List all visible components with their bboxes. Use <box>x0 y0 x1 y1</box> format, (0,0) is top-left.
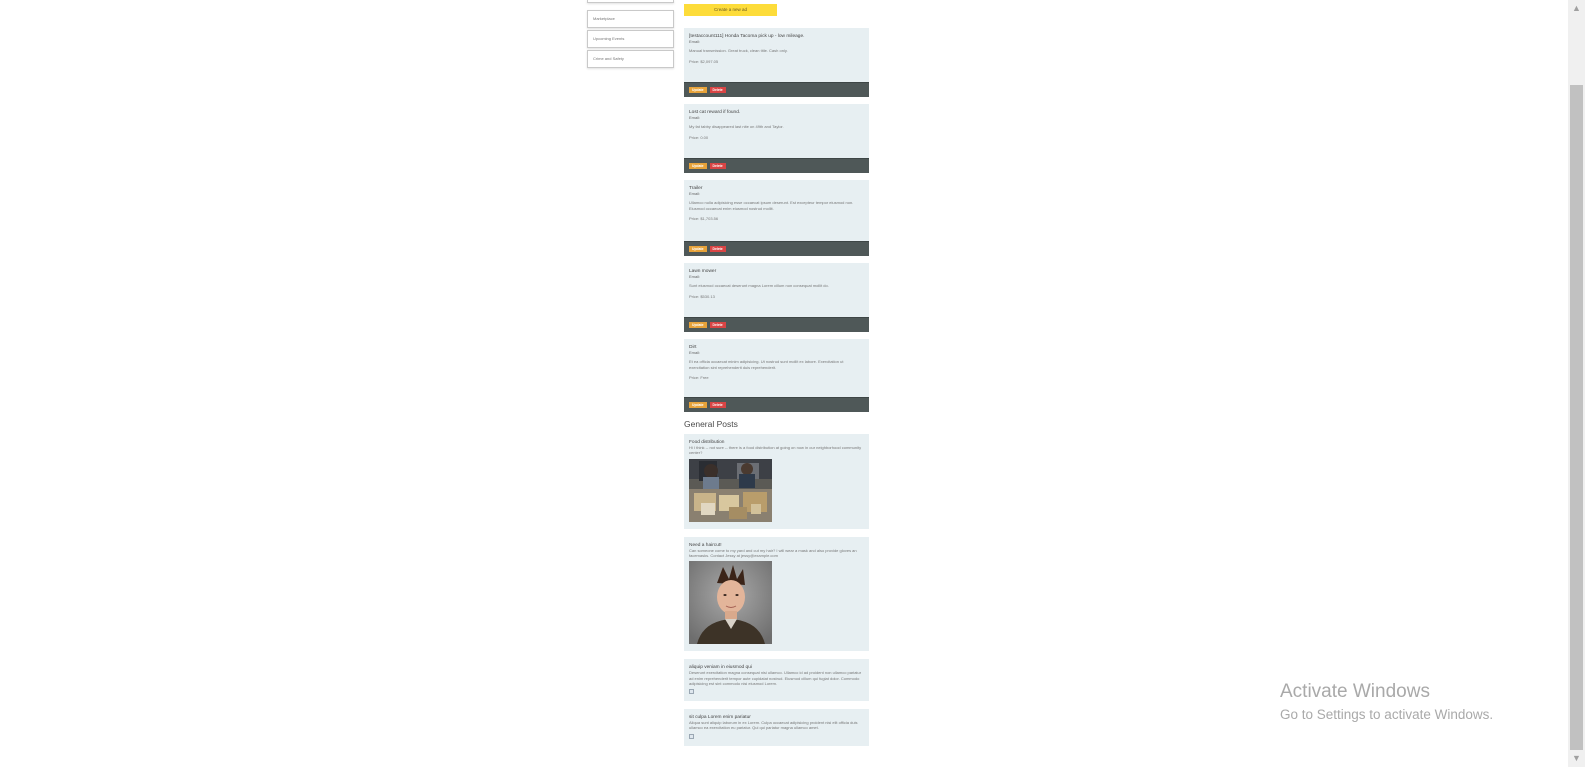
watermark-subtitle: Go to Settings to activate Windows. <box>1280 707 1494 722</box>
broken-image-icon <box>689 689 694 695</box>
post-card: Food distribution Hi I think -- not sure… <box>684 434 869 529</box>
ad-email: Email: <box>689 274 701 280</box>
post-card: sit culpa Lorem enim pariatur Aliqua sun… <box>684 709 869 746</box>
ad-card-body: Trailer Email: Ullamco nulla adipisicing… <box>684 180 869 241</box>
scroll-thumb[interactable] <box>1570 85 1583 750</box>
section-heading-general-posts: General Posts <box>684 419 738 429</box>
ad-price: Price: $530.13 <box>689 293 715 299</box>
delete-button[interactable]: Delete <box>709 246 726 252</box>
ad-card: [testaccount111] Honda Tacoma pick up - … <box>684 28 869 97</box>
update-button[interactable]: Update <box>689 322 707 328</box>
ad-email: Email: <box>689 350 701 356</box>
ad-card-footer: Update Delete <box>684 241 869 256</box>
post-body: Hi I think -- not sure -- there is a foo… <box>689 445 862 456</box>
ad-card-footer: Update Delete <box>684 82 869 97</box>
update-button[interactable]: Update <box>689 402 707 408</box>
ad-card-body: Dirt Email: Et ea officia occaecat minim… <box>684 339 869 397</box>
ad-card: Dirt Email: Et ea officia occaecat minim… <box>684 339 869 412</box>
delete-button[interactable]: Delete <box>709 402 726 408</box>
activate-windows-watermark: Activate Windows Go to Settings to activ… <box>1280 681 1493 722</box>
ad-card-footer: Update Delete <box>684 158 869 173</box>
ad-card-body: [testaccount111] Honda Tacoma pick up - … <box>684 28 869 82</box>
ad-description: Ullamco nulla adipisicing esse occaecat … <box>689 200 854 211</box>
ad-card-body: Lawn mower Email: Sunt eiusmod occaecat … <box>684 263 869 317</box>
chevron-up-icon[interactable]: ▲ <box>1568 0 1585 17</box>
create-ad-button[interactable]: Create a new ad <box>684 4 777 16</box>
main-content: Create a new ad [testaccount111] Honda T… <box>684 0 869 754</box>
sidebar-item-partial[interactable] <box>587 0 674 3</box>
ad-price: Price: $1,703.56 <box>689 215 719 221</box>
sidebar-item-upcoming-events[interactable]: Upcoming Events <box>587 30 674 48</box>
sidebar: Marketplace Upcoming Events Crime and Sa… <box>587 0 674 68</box>
chevron-down-icon[interactable]: ▼ <box>1568 750 1585 767</box>
update-button[interactable]: Update <box>689 87 707 93</box>
ad-email: Email: <box>689 115 701 121</box>
delete-button[interactable]: Delete <box>709 322 726 328</box>
ad-card-body: Lost cat reward if found. Email: My fat … <box>684 104 869 158</box>
ad-card: Trailer Email: Ullamco nulla adipisicing… <box>684 180 869 256</box>
post-body: Aliqua sunt aliquip laborum in ex Lorem.… <box>689 720 858 731</box>
watermark-title: Activate Windows <box>1280 681 1430 702</box>
update-button[interactable]: Update <box>689 163 707 169</box>
ad-email: Email: <box>689 191 701 197</box>
ad-description: Et ea officia occaecat minim adipisicing… <box>689 359 844 370</box>
ad-card-footer: Update Delete <box>684 317 869 332</box>
ad-description: Sunt eiusmod occaecat deserunt magna Lor… <box>689 283 829 289</box>
delete-button[interactable]: Delete <box>709 87 726 93</box>
update-button[interactable]: Update <box>689 246 707 252</box>
ad-price: Price: $2,097.05 <box>689 58 719 64</box>
post-body: Can someone come to my yard and cut my h… <box>689 547 857 559</box>
ad-card: Lawn mower Email: Sunt eiusmod occaecat … <box>684 263 869 332</box>
sidebar-item-crime-and-safety[interactable]: Crime and Safety <box>587 50 674 68</box>
ad-card-footer: Update Delete <box>684 397 869 412</box>
ad-price: Price: Free <box>689 374 709 380</box>
ad-card: Lost cat reward if found. Email: My fat … <box>684 104 869 173</box>
post-card: aliquip veniam in eiusmod qui Deserunt e… <box>684 659 869 702</box>
food-distribution-photo <box>689 458 772 522</box>
ad-email: Email: <box>689 39 701 45</box>
post-card: Need a haircut! Can someone come to my y… <box>684 536 869 652</box>
delete-button[interactable]: Delete <box>709 163 726 169</box>
broken-image-icon <box>689 733 694 739</box>
vertical-scrollbar[interactable]: ▲ ▼ <box>1568 0 1585 767</box>
sidebar-item-marketplace[interactable]: Marketplace <box>587 10 674 28</box>
post-body: Deserunt exercitation magna consequat ni… <box>689 670 862 686</box>
ad-description: My fat tabby disappeared last nite on 49… <box>689 124 784 130</box>
ad-price: Price: 0.00 <box>689 134 709 140</box>
haircut-portrait-photo <box>689 561 772 645</box>
ad-description: Manual transmission. Great truck, clean … <box>689 48 788 54</box>
